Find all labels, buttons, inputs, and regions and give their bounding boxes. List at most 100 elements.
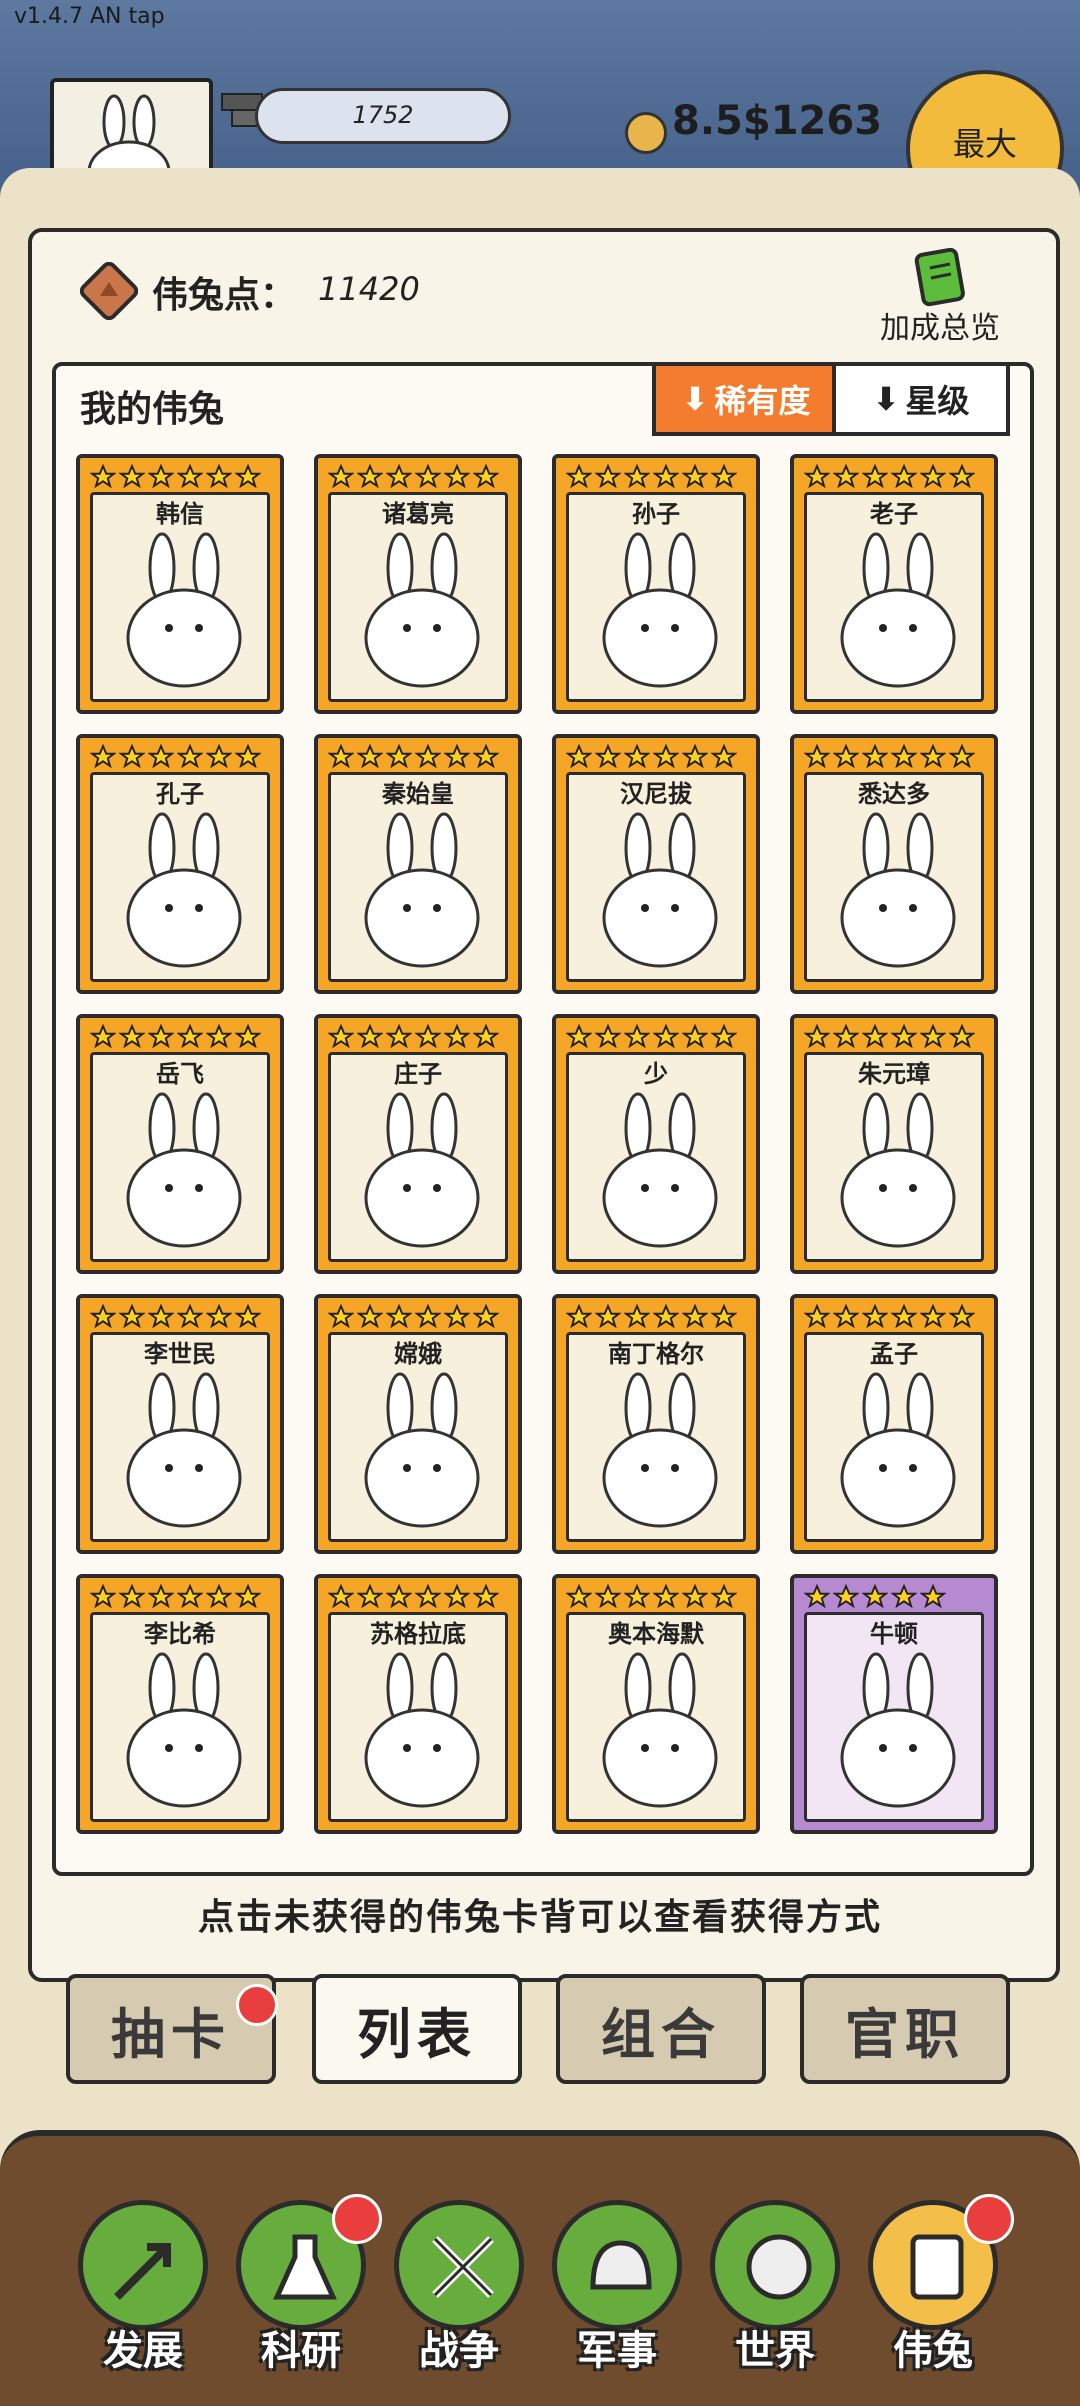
bonus-overview-button[interactable]: 加成总览 — [870, 248, 1010, 348]
star-icon — [385, 1303, 413, 1330]
bunny-portrait-icon — [590, 528, 730, 693]
star-icon — [89, 1583, 117, 1610]
bunny-card[interactable]: 牛顿 — [790, 1574, 998, 1834]
star-icon — [147, 463, 175, 490]
nav-button-4[interactable] — [710, 2200, 840, 2330]
star-icon — [147, 743, 175, 770]
star-icon — [234, 1583, 262, 1610]
bunny-card[interactable]: 少 — [552, 1014, 760, 1274]
bunny-portrait-icon — [352, 1368, 492, 1533]
growth-arrow-icon — [114, 2243, 171, 2300]
bunny-card[interactable]: 诸葛亮 — [314, 454, 522, 714]
star-icon — [623, 1583, 651, 1610]
tab-office[interactable]: 官职 — [800, 1974, 1010, 2084]
bunny-card[interactable]: 孟子 — [790, 1294, 998, 1554]
star-icon — [832, 1023, 860, 1050]
flask-icon — [273, 2234, 337, 2300]
bunny-card[interactable]: 秦始皇 — [314, 734, 522, 994]
bunny-card[interactable]: 悉达多 — [790, 734, 998, 994]
bunny-card[interactable]: 老子 — [790, 454, 998, 714]
star-icon — [681, 1023, 709, 1050]
star-icon — [327, 1303, 355, 1330]
sort-by-rarity-button[interactable]: ⬇ 稀有度 — [652, 362, 840, 436]
tab-list[interactable]: 列表 — [312, 1974, 522, 2084]
star-icon — [919, 1583, 947, 1610]
bunny-card[interactable]: 汉尼拔 — [552, 734, 760, 994]
sort-by-star-button[interactable]: ⬇ 星级 — [832, 362, 1010, 436]
globe-icon — [746, 2234, 812, 2300]
bunny-card[interactable]: 南丁格尔 — [552, 1294, 760, 1554]
star-rating — [565, 1303, 738, 1330]
star-icon — [89, 743, 117, 770]
star-icon — [948, 743, 976, 770]
star-icon — [919, 743, 947, 770]
star-icon — [176, 1303, 204, 1330]
tab-label: 组合 — [601, 2002, 721, 2066]
bunny-portrait-icon — [352, 1088, 492, 1253]
star-icon — [832, 743, 860, 770]
star-icon — [147, 1583, 175, 1610]
bunny-card[interactable]: 嫦娥 — [314, 1294, 522, 1554]
star-icon — [594, 1023, 622, 1050]
bunny-card[interactable]: 孙子 — [552, 454, 760, 714]
star-icon — [594, 1303, 622, 1330]
bunny-card[interactable]: 奥本海默 — [552, 1574, 760, 1834]
star-rating — [327, 463, 500, 490]
bunny-portrait-icon — [114, 1368, 254, 1533]
star-rating — [89, 1303, 262, 1330]
star-icon — [327, 1583, 355, 1610]
star-icon — [176, 1023, 204, 1050]
bunny-card[interactable]: 苏格拉底 — [314, 1574, 522, 1834]
star-icon — [890, 1583, 918, 1610]
star-icon — [710, 1303, 738, 1330]
star-icon — [832, 1583, 860, 1610]
arrow-down-icon: ⬇ — [681, 380, 709, 418]
bunny-card[interactable]: 庄子 — [314, 1014, 522, 1274]
star-icon — [472, 1583, 500, 1610]
bunny-points-value: 11420 — [318, 270, 420, 308]
star-icon — [414, 1583, 442, 1610]
nav-button-3[interactable] — [552, 2200, 682, 2330]
bunny-portrait-icon — [828, 1088, 968, 1253]
star-icon — [327, 463, 355, 490]
star-icon — [890, 743, 918, 770]
star-rating — [327, 1583, 500, 1610]
bunny-card[interactable]: 朱元璋 — [790, 1014, 998, 1274]
bunny-card[interactable]: 岳飞 — [76, 1014, 284, 1274]
hint-text: 点击未获得的伟兔卡背可以查看获得方式 — [197, 1897, 882, 1938]
star-icon — [832, 1303, 860, 1330]
bunny-card[interactable]: 孔子 — [76, 734, 284, 994]
star-icon — [861, 463, 889, 490]
star-icon — [681, 1583, 709, 1610]
star-icon — [890, 1303, 918, 1330]
bunny-portrait-icon — [590, 1088, 730, 1253]
star-icon — [472, 1303, 500, 1330]
nav-button-0[interactable] — [78, 2200, 208, 2330]
star-icon — [681, 743, 709, 770]
star-icon — [356, 1023, 384, 1050]
star-icon — [205, 743, 233, 770]
notification-badge — [236, 1984, 278, 2026]
bunny-name: 牛顿 — [870, 1620, 918, 1648]
star-icon — [948, 1303, 976, 1330]
star-icon — [385, 1023, 413, 1050]
star-icon — [414, 1303, 442, 1330]
star-icon — [147, 1303, 175, 1330]
star-icon — [803, 1023, 831, 1050]
tab-combo[interactable]: 组合 — [556, 1974, 766, 2084]
bunny-card[interactable]: 韩信 — [76, 454, 284, 714]
notification-badge — [332, 2194, 382, 2244]
bunny-card[interactable]: 李世民 — [76, 1294, 284, 1554]
star-icon — [327, 1023, 355, 1050]
star-icon — [414, 743, 442, 770]
star-icon — [803, 463, 831, 490]
nav-button-2[interactable] — [394, 2200, 524, 2330]
bunny-portrait-icon — [352, 528, 492, 693]
star-icon — [623, 1303, 651, 1330]
star-icon — [414, 1023, 442, 1050]
star-icon — [565, 1023, 593, 1050]
star-icon — [948, 1023, 976, 1050]
star-icon — [919, 1023, 947, 1050]
star-rating — [89, 1023, 262, 1050]
bunny-card[interactable]: 李比希 — [76, 1574, 284, 1834]
